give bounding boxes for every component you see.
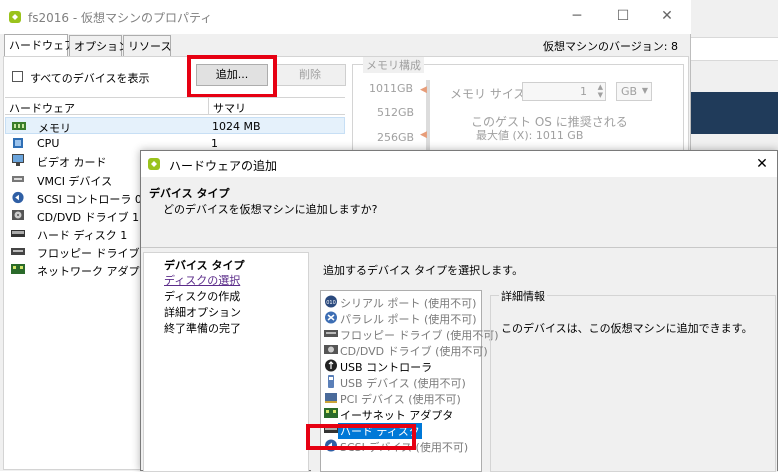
- vmci-icon: [11, 173, 25, 185]
- cdrom-icon: [324, 343, 338, 356]
- dialog-title-bar[interactable]: ハードウェアの追加 ✕: [141, 151, 777, 177]
- usb-controller-icon: [324, 359, 338, 372]
- add-button[interactable]: 追加...: [196, 64, 268, 86]
- title-bar[interactable]: fs2016 - 仮想マシンのプロパティ ─ ☐ ✕: [0, 0, 691, 34]
- hardware-row-name: SCSI コントローラ 0: [37, 193, 142, 206]
- vsphere-logo-icon: [8, 10, 22, 24]
- header-divider: [141, 247, 777, 248]
- wizard-steps: デバイス タイプ ディスクの選択 ディスクの作成 詳細オプション 終了準備の完了: [143, 252, 309, 472]
- show-all-devices-checkbox[interactable]: [12, 71, 23, 82]
- hardware-row-name: メモリ: [38, 122, 71, 135]
- recommend-text-2: 最大値 (X): 1011 GB: [476, 129, 584, 142]
- usb-device-icon: [324, 375, 338, 388]
- step-device-type: デバイス タイプ: [164, 259, 245, 272]
- memory-recommend-marker-icon: ◀: [420, 130, 427, 140]
- memory-unit-value: GB: [621, 85, 638, 98]
- dialog-title: ハードウェアの追加: [169, 159, 278, 173]
- memory-size-value: 1: [580, 85, 587, 98]
- hardware-row-summary: 1024 MB: [212, 120, 261, 133]
- memory-unit-select[interactable]: GB ▼: [616, 82, 652, 101]
- vm-version-label: 仮想マシンのバージョン: 8: [543, 40, 678, 53]
- tab-resources[interactable]: リソース: [123, 35, 171, 56]
- window-title: fs2016 - 仮想マシンのプロパティ: [28, 11, 213, 25]
- minimize-icon[interactable]: ─: [566, 6, 588, 26]
- close-icon[interactable]: ✕: [751, 154, 773, 174]
- memory-size-label: メモリ サイズ:: [450, 87, 530, 101]
- floppy-icon: [324, 327, 338, 340]
- background-bar: [690, 37, 778, 61]
- dialog-header: デバイス タイプ どのデバイスを仮想マシンに追加しますか?: [141, 177, 777, 237]
- hardware-row-name: ビデオ カード: [37, 156, 107, 169]
- add-hardware-dialog: ハードウェアの追加 ✕ デバイス タイプ どのデバイスを仮想マシンに追加しますか…: [140, 150, 778, 472]
- scsi-icon: [11, 191, 25, 204]
- details-label: 詳細情報: [499, 288, 547, 304]
- step-create-disk: ディスクの作成: [164, 290, 241, 303]
- memory-scale-max: 1011GB: [369, 82, 414, 95]
- monitor-icon: [11, 154, 25, 166]
- floppy-icon: [11, 245, 25, 257]
- tab-hardware[interactable]: ハードウェア: [4, 34, 75, 57]
- harddisk-icon: [11, 227, 25, 239]
- pci-icon: [324, 391, 338, 404]
- maximize-icon[interactable]: ☐: [612, 6, 634, 26]
- remove-button[interactable]: 削除: [274, 64, 346, 86]
- memory-max-marker-icon: ◀: [420, 85, 427, 95]
- header-title: デバイス タイプ: [149, 187, 230, 200]
- cpu-icon: [11, 137, 25, 149]
- hardware-row-name: CD/DVD ドライブ 1: [37, 211, 140, 224]
- column-divider[interactable]: [208, 98, 209, 114]
- hardware-row-name: ハード ディスク 1: [37, 229, 128, 242]
- step-advanced-options: 詳細オプション: [164, 306, 241, 319]
- memory-config-label: メモリ構成: [363, 57, 424, 73]
- memory-scale-low: 256GB: [377, 131, 415, 144]
- spin-arrows-icon[interactable]: ▲ ▼: [598, 83, 603, 99]
- step-select-disk[interactable]: ディスクの選択: [164, 272, 240, 288]
- column-summary[interactable]: サマリ: [213, 100, 246, 116]
- ethernet-icon: [324, 407, 338, 420]
- parallel-port-icon: [324, 311, 338, 324]
- harddisk-icon: [324, 423, 338, 436]
- hardware-list-header: ハードウェア サマリ: [5, 97, 345, 115]
- device-selection-pane: 追加するデバイス タイプを選択します。 010 シリアル ポート (使用不可) …: [311, 252, 777, 472]
- header-subtitle: どのデバイスを仮想マシンに追加しますか?: [163, 203, 378, 216]
- cdrom-icon: [11, 209, 25, 221]
- scsi-icon: [324, 439, 338, 452]
- column-hardware[interactable]: ハードウェア: [9, 100, 75, 116]
- details-group: 詳細情報 このデバイスは、この仮想マシンに追加できます。: [490, 288, 776, 472]
- select-device-prompt: 追加するデバイス タイプを選択します。: [323, 264, 524, 277]
- close-icon[interactable]: ✕: [656, 6, 678, 26]
- show-all-devices-label: すべてのデバイスを表示: [30, 72, 150, 85]
- memory-size-input[interactable]: 1 ▲ ▼: [522, 82, 606, 101]
- hardware-row-name: CPU: [37, 137, 60, 150]
- step-ready-to-complete: 終了準備の完了: [164, 322, 241, 335]
- svg-text:010: 010: [326, 300, 336, 306]
- memory-icon: [12, 120, 26, 132]
- network-icon: [11, 263, 25, 275]
- background-panel: [690, 92, 778, 134]
- vsphere-logo-icon: [147, 157, 161, 171]
- hardware-row-summary: 1: [211, 137, 218, 150]
- details-text: このデバイスは、この仮想マシンに追加できます。: [501, 322, 753, 335]
- serial-port-icon: 010: [324, 295, 338, 308]
- hardware-row-memory[interactable]: メモリ 1024 MB: [5, 117, 345, 135]
- memory-scale-mid: 512GB: [377, 106, 415, 119]
- device-type-list[interactable]: 010 シリアル ポート (使用不可) パラレル ポート (使用不可) フロッピ…: [320, 290, 499, 472]
- tab-options[interactable]: オプション: [69, 35, 129, 56]
- hardware-row-name: フロッピー ドライブ 1: [37, 247, 150, 260]
- hardware-row-name: VMCI デバイス: [37, 175, 113, 188]
- chevron-down-icon: ▼: [641, 86, 648, 95]
